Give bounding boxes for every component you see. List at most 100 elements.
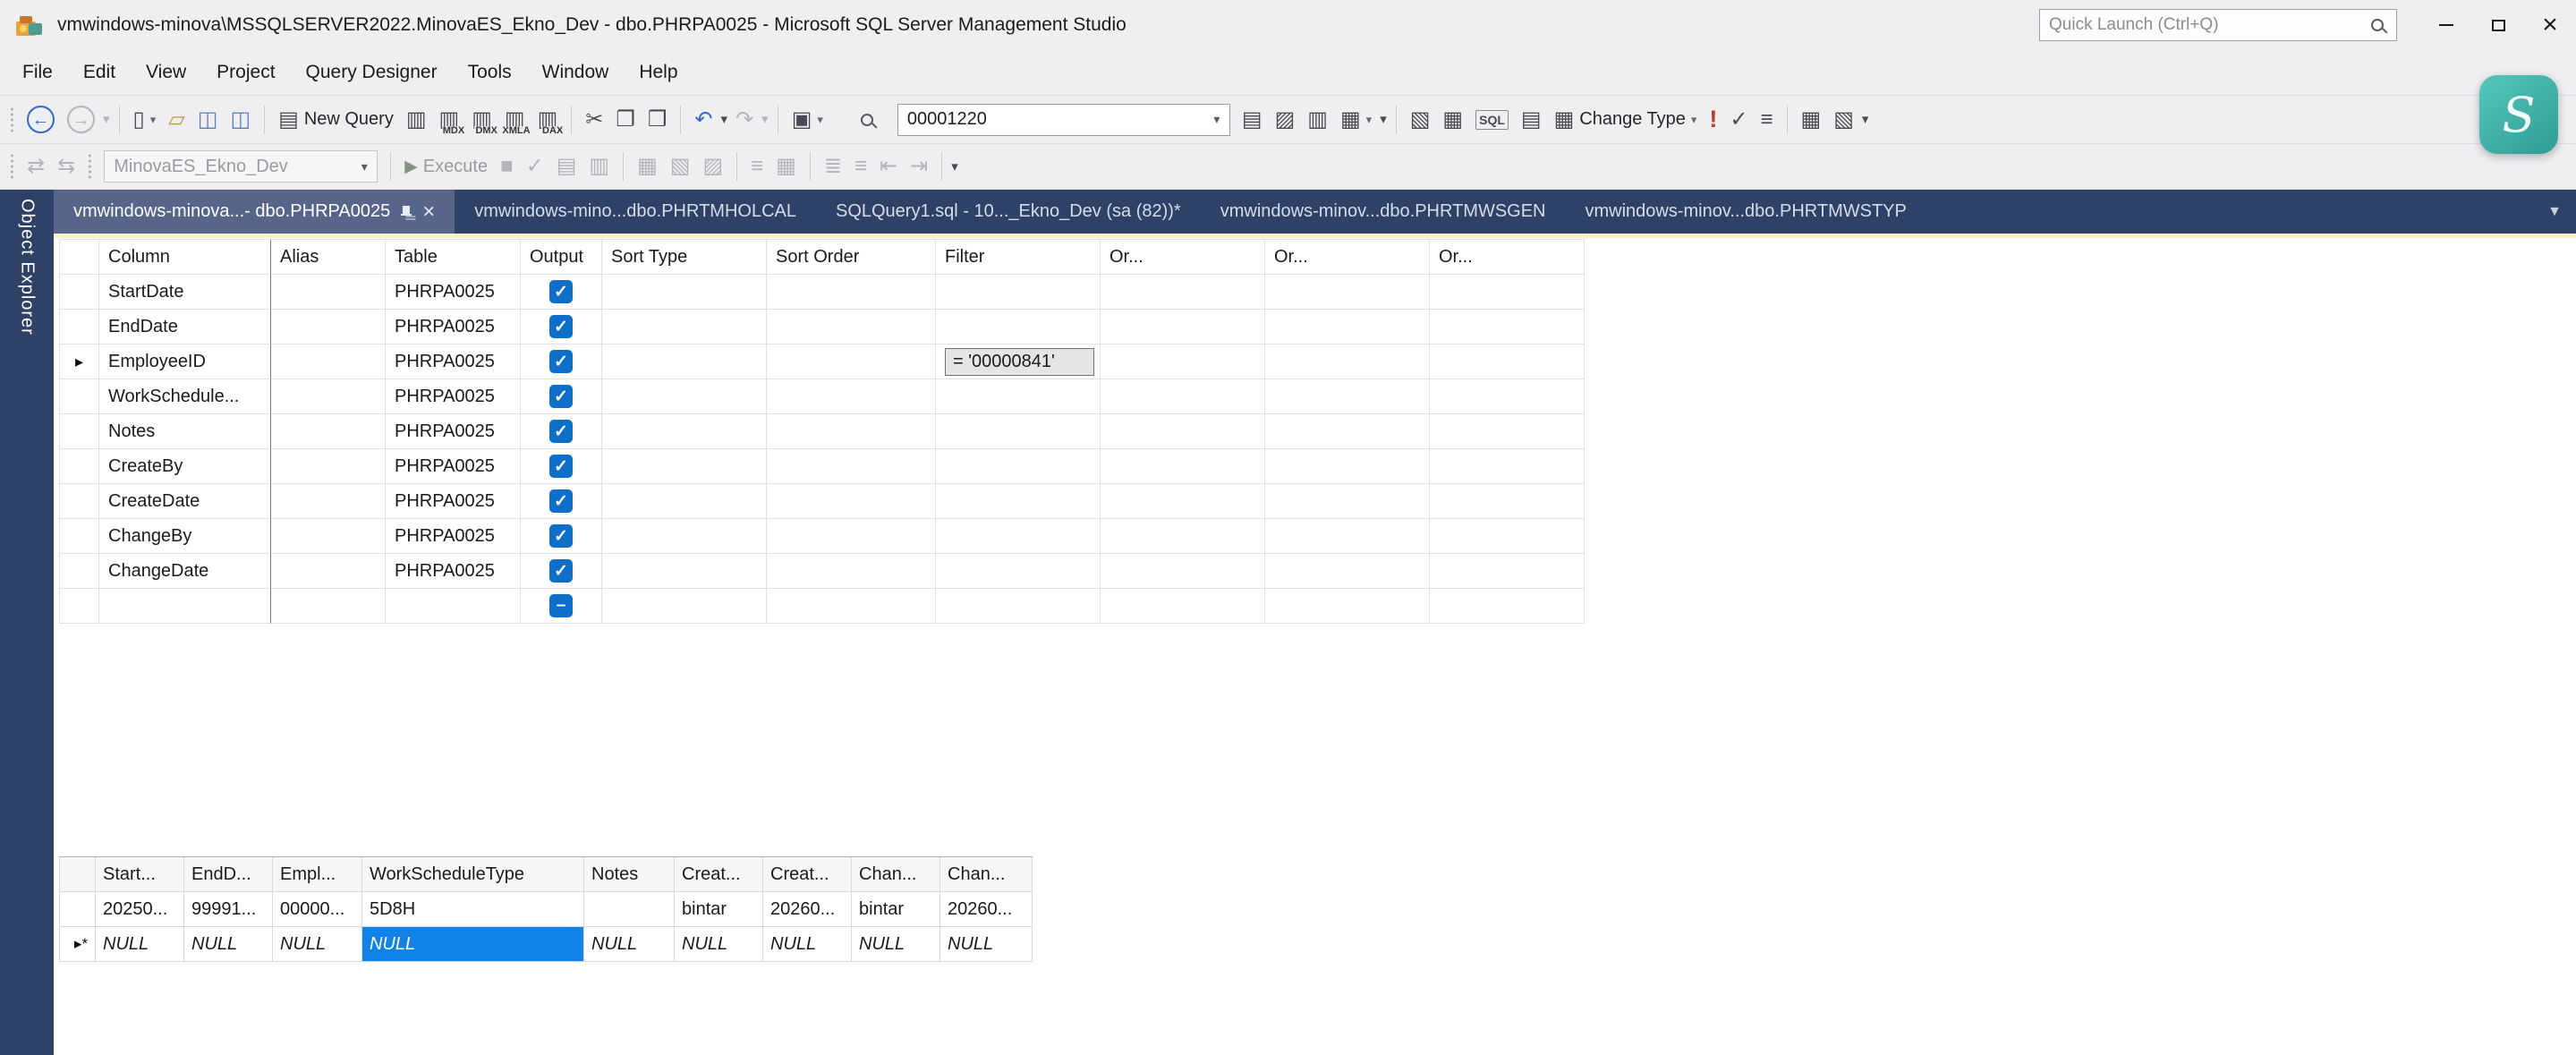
toolbar-grip[interactable] (86, 153, 95, 180)
criteria-cell-column[interactable]: Notes (99, 414, 271, 449)
criteria-cell-table[interactable]: PHRPA0025 (386, 310, 521, 345)
criteria-row-selector[interactable] (60, 554, 99, 589)
output-checkbox[interactable]: ✓ (549, 280, 573, 303)
open-file-button[interactable]: ▱ (162, 101, 191, 139)
sql-editor-overflow[interactable]: ▾ (949, 148, 960, 185)
criteria-cell-or2[interactable] (1265, 519, 1430, 554)
results-cell[interactable]: NULL (273, 927, 362, 962)
results-header-7[interactable]: Creat... (763, 857, 852, 892)
results-header-8[interactable]: Chan... (852, 857, 940, 892)
save-button[interactable]: ◫ (191, 101, 225, 139)
output-checkbox[interactable]: ✓ (549, 385, 573, 408)
document-tab-1[interactable]: vmwindows-minova...- dbo.PHRPA0025 × (54, 190, 455, 234)
output-checkbox[interactable]: ✓ (549, 315, 573, 338)
close-button[interactable]: × (2524, 0, 2576, 50)
results-cell[interactable]: 5D8H (362, 892, 584, 927)
command-window-button[interactable]: ▦ ▾ (1334, 101, 1378, 139)
output-checkbox[interactable]: ✓ (549, 420, 573, 443)
criteria-cell-or3[interactable] (1430, 345, 1585, 379)
execute-sql-button[interactable]: ! (1703, 101, 1723, 139)
criteria-cell-sort_type[interactable] (602, 519, 767, 554)
criteria-cell-filter[interactable]: = '00000841' (936, 345, 1101, 379)
menu-project[interactable]: Project (201, 50, 290, 95)
criteria-cell-or1[interactable] (1101, 275, 1265, 310)
criteria-cell-or1[interactable] (1101, 554, 1265, 589)
criteria-cell-sort_type[interactable] (602, 449, 767, 484)
criteria-cell-or2[interactable] (1265, 310, 1430, 345)
criteria-row-selector[interactable] (60, 519, 99, 554)
criteria-cell-table[interactable]: PHRPA0025 (386, 449, 521, 484)
comment-selection-button[interactable]: ≣ (818, 148, 848, 185)
add-group-by-button[interactable]: ≡ (1755, 101, 1780, 139)
results-header-5[interactable]: Notes (584, 857, 675, 892)
criteria-cell-or3[interactable] (1430, 414, 1585, 449)
criteria-cell-or1[interactable] (1101, 414, 1265, 449)
criteria-cell-or2[interactable] (1265, 589, 1430, 624)
criteria-cell-sort_order[interactable] (767, 519, 936, 554)
results-header-6[interactable]: Creat... (675, 857, 763, 892)
criteria-cell-output[interactable]: ✓ (521, 379, 602, 414)
navigate-forward-button[interactable]: → (61, 101, 101, 139)
solution-explorer-button[interactable]: ▤ (1236, 101, 1269, 139)
criteria-cell-or1[interactable] (1101, 379, 1265, 414)
criteria-row-selector[interactable]: ▸ (60, 345, 99, 379)
criteria-cell-sort_type[interactable] (602, 414, 767, 449)
decrease-indent-button[interactable]: ⇤ (873, 148, 904, 185)
show-sql-pane-button[interactable]: SQL (1469, 101, 1515, 139)
criteria-row-selector[interactable] (60, 589, 99, 624)
output-checkbox[interactable]: ✓ (549, 350, 573, 373)
results-row-selector[interactable] (60, 892, 96, 927)
criteria-cell-or2[interactable] (1265, 275, 1430, 310)
criteria-cell-sort_order[interactable] (767, 589, 936, 624)
properties-window-button[interactable]: ▨ (1269, 101, 1302, 139)
criteria-cell-sort_order[interactable] (767, 554, 936, 589)
menu-tools[interactable]: Tools (453, 50, 527, 95)
criteria-cell-sort_type[interactable] (602, 484, 767, 519)
dax-query-button[interactable]: ▥ DAX (531, 101, 565, 139)
criteria-cell-sort_type[interactable] (602, 345, 767, 379)
criteria-cell-or1[interactable] (1101, 449, 1265, 484)
chevron-down-icon[interactable]: ▾ (1204, 112, 1229, 127)
screen-overlay-widget[interactable]: S (2479, 75, 2558, 154)
toolbar-grip[interactable] (8, 153, 16, 180)
criteria-row-selector[interactable] (60, 449, 99, 484)
connect-button[interactable]: ⇄ (21, 148, 51, 185)
criteria-cell-or3[interactable] (1430, 449, 1585, 484)
add-table-button[interactable]: ▦ (1795, 101, 1828, 139)
toolbar-options-overflow[interactable]: ▾ (1378, 101, 1389, 139)
document-tab-5[interactable]: vmwindows-minov...dbo.PHRTMWSTYP (1566, 190, 1926, 234)
criteria-cell-sort_order[interactable] (767, 449, 936, 484)
parse-button[interactable]: ✓ (520, 148, 550, 185)
results-cell[interactable]: NULL (852, 927, 940, 962)
criteria-cell-or3[interactable] (1430, 275, 1585, 310)
undo-history-dropdown[interactable]: ▾ (719, 101, 730, 139)
criteria-cell-sort_type[interactable] (602, 310, 767, 345)
results-cell[interactable]: 20260... (763, 892, 852, 927)
criteria-cell-output[interactable]: ✓ (521, 414, 602, 449)
results-cell[interactable]: NULL (940, 927, 1033, 962)
criteria-cell-sort_order[interactable] (767, 484, 936, 519)
search-icon[interactable] (2371, 19, 2384, 31)
close-icon[interactable]: × (422, 200, 435, 223)
criteria-cell-or2[interactable] (1265, 345, 1430, 379)
filter-cell-editor[interactable]: = '00000841' (945, 347, 1094, 376)
dmx-query-button[interactable]: ▥ DMX (465, 101, 498, 139)
find-options-button[interactable]: ▣ ▾ (786, 101, 829, 139)
criteria-cell-filter[interactable] (936, 414, 1101, 449)
criteria-cell-or2[interactable] (1265, 414, 1430, 449)
criteria-row-selector[interactable] (60, 484, 99, 519)
show-criteria-pane-button[interactable]: ▦ (1436, 101, 1469, 139)
criteria-cell-output[interactable]: ✓ (521, 519, 602, 554)
criteria-row-selector[interactable] (60, 310, 99, 345)
object-explorer-window-button[interactable]: ▥ (1301, 101, 1334, 139)
mdx-query-button[interactable]: ▥ MDX (433, 101, 466, 139)
criteria-cell-table[interactable]: PHRPA0025 (386, 379, 521, 414)
criteria-cell-filter[interactable] (936, 449, 1101, 484)
criteria-cell-output[interactable]: ✓ (521, 345, 602, 379)
results-cell[interactable]: 99991... (184, 892, 273, 927)
criteria-cell-column[interactable]: ChangeDate (99, 554, 271, 589)
redo-button[interactable]: ↷ (729, 101, 760, 139)
criteria-cell-or3[interactable] (1430, 379, 1585, 414)
paste-button[interactable]: ❒ (642, 101, 674, 139)
results-to-grid-button[interactable]: ▦ (769, 148, 803, 185)
